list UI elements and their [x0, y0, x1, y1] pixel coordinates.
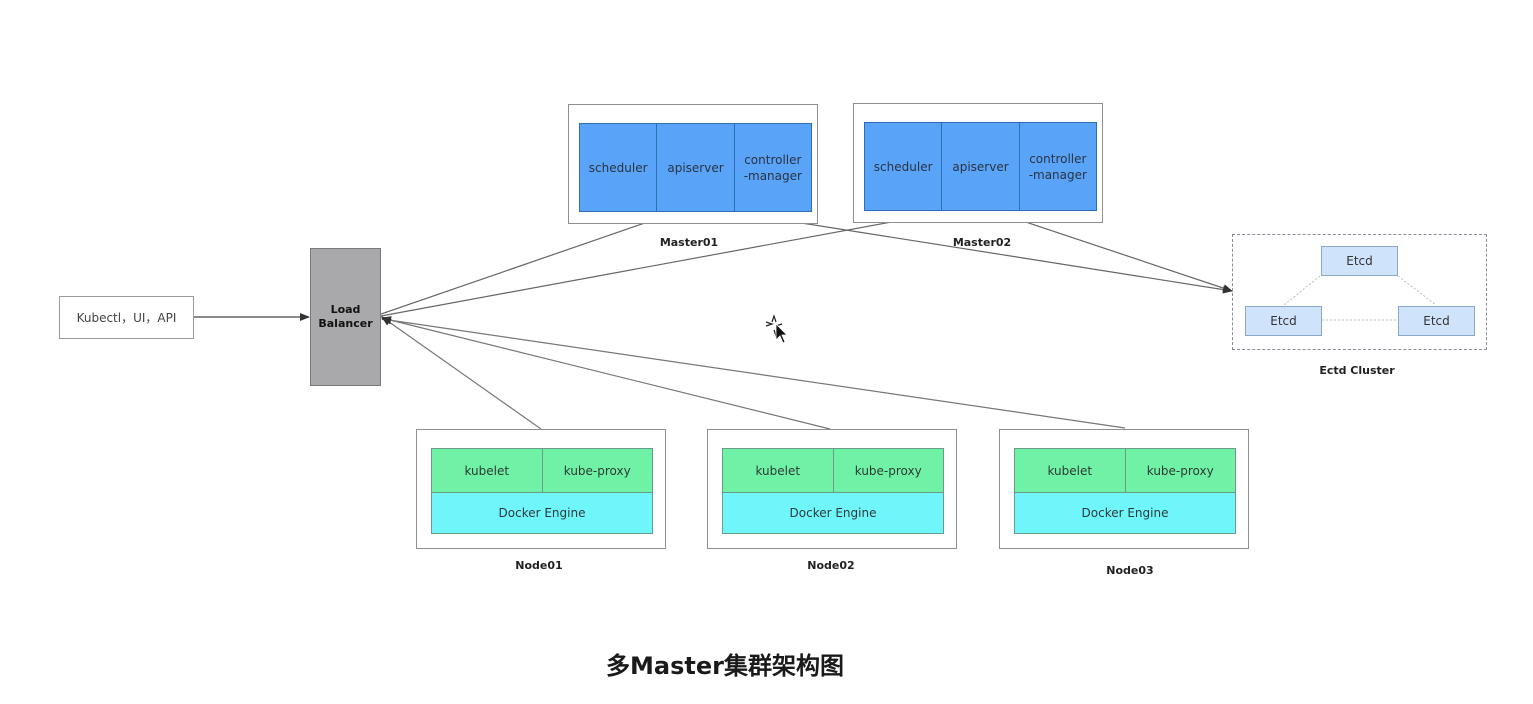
- etcd-member-left: Etcd: [1245, 306, 1322, 336]
- client-box: Kubectl，UI，API: [59, 296, 194, 339]
- node02-docker-engine: Docker Engine: [723, 493, 943, 533]
- node03-components: kubelet kube-proxy Docker Engine: [1014, 448, 1236, 534]
- node01-docker-engine: Docker Engine: [432, 493, 652, 533]
- master01-components: scheduler apiserver controller -manager: [579, 123, 812, 212]
- diagram-title: 多Master集群架构图: [606, 652, 844, 680]
- etcd-member-right: Etcd: [1398, 306, 1475, 336]
- master02-caption: Master02: [952, 236, 1012, 249]
- etcd-cluster-caption: Ectd Cluster: [1319, 364, 1395, 377]
- master02-components: scheduler apiserver controller -manager: [864, 122, 1097, 211]
- node02-caption: Node02: [807, 559, 855, 572]
- master01-scheduler: scheduler: [580, 124, 658, 211]
- node01-kube-proxy: kube-proxy: [542, 449, 652, 492]
- node02-kube-proxy: kube-proxy: [833, 449, 943, 492]
- master02-scheduler: scheduler: [865, 123, 943, 210]
- node01-to-lb-arrow: [381, 316, 542, 430]
- node02-kubelet: kubelet: [723, 449, 834, 492]
- node03-box: kubelet kube-proxy Docker Engine: [999, 429, 1249, 549]
- node01-components: kubelet kube-proxy Docker Engine: [431, 448, 653, 534]
- master01-box: scheduler apiserver controller -manager: [568, 104, 818, 224]
- master02-controller-manager: controller -manager: [1019, 123, 1096, 210]
- node02-components: kubelet kube-proxy Docker Engine: [722, 448, 944, 534]
- node01-kubelet: kubelet: [432, 449, 543, 492]
- node03-docker-engine: Docker Engine: [1015, 493, 1235, 533]
- node03-caption: Node03: [1106, 564, 1154, 577]
- master01-apiserver: apiserver: [657, 124, 735, 211]
- node01-caption: Node01: [515, 559, 563, 572]
- etcd-cluster-box: Etcd Etcd Etcd: [1232, 234, 1487, 350]
- node03-kube-proxy: kube-proxy: [1125, 449, 1235, 492]
- node02-to-lb-arrow: [381, 316, 831, 430]
- node01-box: kubelet kube-proxy Docker Engine: [416, 429, 666, 549]
- move-cursor-icon: [765, 314, 788, 344]
- master02-apiserver: apiserver: [942, 123, 1020, 210]
- load-balancer-box: Load Balancer: [310, 248, 381, 386]
- client-label: Kubectl，UI，API: [76, 311, 177, 325]
- node03-kubelet: kubelet: [1015, 449, 1126, 492]
- master01-caption: Master01: [659, 236, 719, 249]
- etcd-member-top: Etcd: [1321, 246, 1398, 276]
- master02-box: scheduler apiserver controller -manager: [853, 103, 1103, 223]
- node03-to-lb-arrow: [381, 316, 1126, 429]
- load-balancer-label: Load Balancer: [318, 303, 373, 330]
- node02-box: kubelet kube-proxy Docker Engine: [707, 429, 957, 549]
- master01-controller-manager: controller -manager: [734, 124, 811, 211]
